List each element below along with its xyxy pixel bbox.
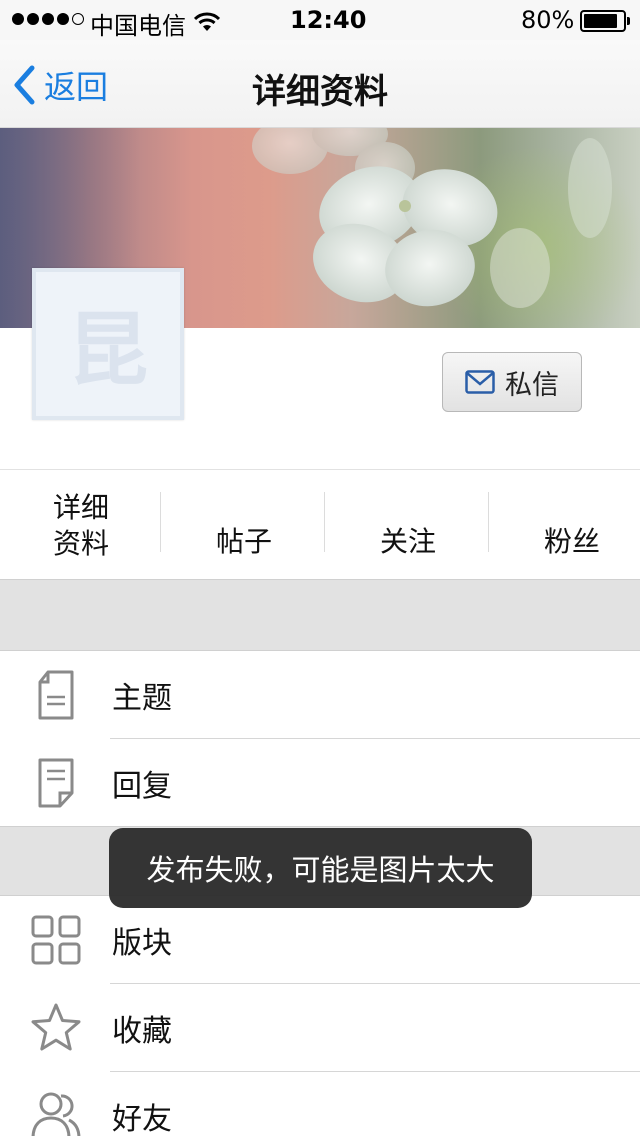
tab-posts[interactable]: 帖子 <box>162 470 326 580</box>
wifi-icon <box>193 10 221 38</box>
tab-fans[interactable]: 粉丝 <box>490 470 640 580</box>
tab-divider <box>324 492 325 552</box>
page-title: 详细资料 <box>252 72 388 112</box>
profile-tabs: 详细 资料 帖子 关注 粉丝 <box>0 469 640 579</box>
clock: 12:40 <box>290 6 367 34</box>
menu-item-friends[interactable]: 好友 <box>0 1072 640 1136</box>
carrier-name: 中国电信 <box>90 12 186 40</box>
avatar-placeholder-glyph: 昆 <box>68 304 148 397</box>
tab-divider <box>488 492 489 552</box>
menu-item-label: 收藏 <box>112 1014 172 1049</box>
tab-divider <box>160 492 161 552</box>
tab-fans-label: 粉丝 <box>543 525 600 558</box>
private-message-button[interactable]: 私信 <box>442 352 582 412</box>
friends-icon <box>28 1088 84 1136</box>
menu-item-label: 好友 <box>112 1102 172 1136</box>
tab-detail-line1: 详细 <box>53 491 110 524</box>
menu-item-topics[interactable]: 主题 <box>0 651 640 739</box>
tab-posts-label: 帖子 <box>215 525 272 558</box>
status-bar: 中国电信 12:40 80% <box>0 0 640 40</box>
star-icon <box>28 1000 84 1056</box>
tab-detail[interactable]: 详细 资料 <box>0 470 164 580</box>
tab-following-label: 关注 <box>379 525 436 558</box>
menu-item-label: 主题 <box>112 681 172 716</box>
document-icon <box>28 667 84 723</box>
section-separator <box>0 579 640 651</box>
battery-icon <box>580 10 630 32</box>
avatar[interactable]: 昆 <box>32 268 184 420</box>
reply-document-icon <box>28 755 84 811</box>
menu-item-label: 回复 <box>112 769 172 804</box>
grid-icon <box>28 912 84 968</box>
error-toast: 发布失败，可能是图片太大 <box>109 828 532 908</box>
menu-item-replies[interactable]: 回复 <box>0 739 640 827</box>
tab-detail-line2: 资料 <box>53 527 110 560</box>
menu-item-favorites[interactable]: 收藏 <box>0 984 640 1072</box>
navigation-bar: 返回 详细资料 <box>0 40 640 128</box>
menu-item-boards[interactable]: 版块 <box>0 896 640 984</box>
signal-strength-icon <box>12 13 84 25</box>
envelope-icon <box>465 370 495 394</box>
private-message-label: 私信 <box>505 369 559 401</box>
battery-percentage: 80% <box>521 6 575 34</box>
tab-following[interactable]: 关注 <box>326 470 490 580</box>
menu-item-label: 版块 <box>112 926 172 961</box>
